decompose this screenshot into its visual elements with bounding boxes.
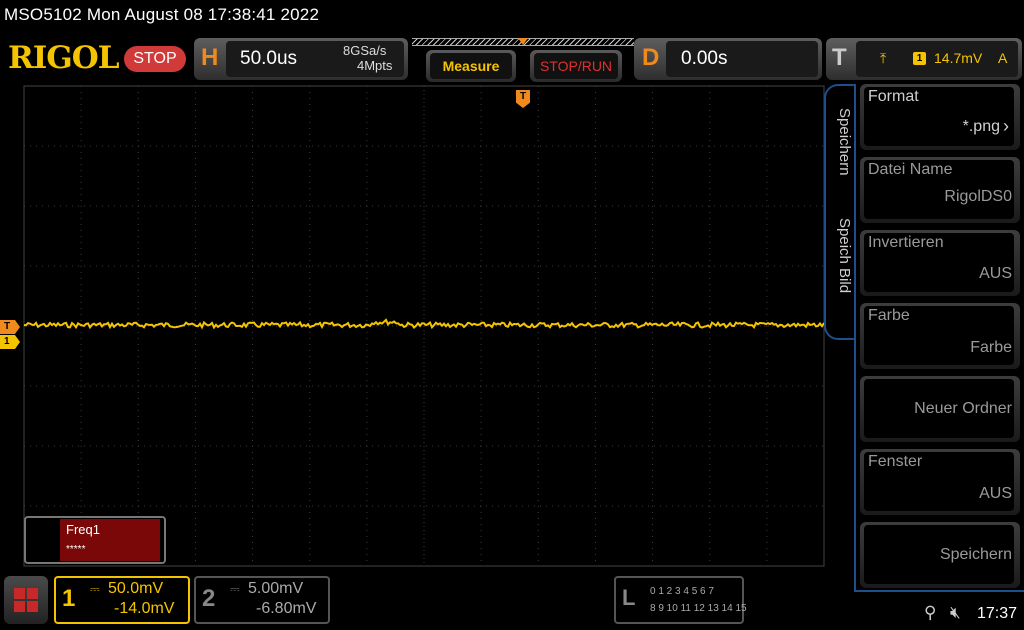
ch2-offset: -6.80mV bbox=[256, 600, 317, 617]
stop-run-button-label[interactable]: STOP/RUN bbox=[534, 53, 618, 79]
menu-label-format: Format bbox=[868, 88, 919, 105]
memory-depth: 4Mpts bbox=[357, 58, 393, 73]
tab-speich-bild[interactable]: Speich Bild bbox=[836, 218, 853, 293]
menu-label-datei-name: Datei Name bbox=[868, 161, 953, 178]
speaker-muted-icon[interactable]: 🔇︎ bbox=[950, 603, 961, 623]
status-clock: 17:37 bbox=[977, 605, 1018, 622]
trigger-level: 14.7mV bbox=[934, 50, 983, 66]
measurement-label: Freq1 bbox=[66, 522, 100, 537]
ruler-position-icon bbox=[518, 38, 528, 45]
ch1-number: 1 bbox=[62, 585, 76, 612]
menu-value-format: *.png bbox=[962, 118, 1000, 135]
ch1-offset: -14.0mV bbox=[114, 600, 175, 617]
trigger-letter: T bbox=[832, 44, 847, 71]
trigger-channel-badge: 1 bbox=[913, 52, 926, 65]
title-text: MSO5102 Mon August 08 17:38:41 2022 bbox=[4, 5, 320, 24]
dc-coupling-icon: ⎓ bbox=[90, 582, 100, 596]
measurement-value: ***** bbox=[66, 544, 86, 555]
logic-channels-row2: 8 9 10 11 12 13 14 15 bbox=[650, 603, 747, 614]
usb-icon: ⚲ bbox=[924, 603, 937, 622]
run-state-badge[interactable]: STOP bbox=[124, 46, 186, 72]
logic-channels-row1: 0 1 2 3 4 5 6 7 bbox=[650, 586, 714, 597]
timebase-value: 50.0us bbox=[240, 48, 298, 69]
menu-label-invertieren: Invertieren bbox=[868, 234, 944, 251]
trigger-mode: A bbox=[998, 50, 1008, 66]
delay-value: 0.00s bbox=[681, 48, 728, 69]
rising-edge-icon: ⤒ bbox=[880, 50, 887, 66]
tab-speichern[interactable]: Speichern bbox=[836, 108, 853, 176]
menu-value-speichern: Speichern bbox=[939, 546, 1012, 563]
delay-letter: D bbox=[642, 44, 660, 71]
title-bar: MSO5102 Mon August 08 17:38:41 2022 bbox=[0, 0, 1024, 32]
logic-analyzer-letter: L bbox=[622, 585, 636, 610]
rigol-logo: RIGOL bbox=[8, 40, 120, 76]
horizontal-letter: H bbox=[201, 44, 219, 71]
menu-label-farbe: Farbe bbox=[868, 307, 910, 324]
menu-label-fenster: Fenster bbox=[868, 453, 923, 470]
dc-coupling-icon: ⎓ bbox=[230, 582, 240, 596]
menu-value-invertieren: AUS bbox=[979, 265, 1012, 282]
sample-rate: 8GSa/s bbox=[343, 43, 387, 58]
ch2-scale: 5.00mV bbox=[248, 580, 304, 597]
chevron-right-icon: › bbox=[1003, 116, 1009, 136]
grid-menu-icon bbox=[14, 588, 38, 612]
ch1-scale: 50.0mV bbox=[108, 580, 164, 597]
measure-button-label[interactable]: Measure bbox=[430, 53, 512, 79]
menu-value-farbe: Farbe bbox=[970, 339, 1012, 356]
menu-value-fenster: AUS bbox=[979, 485, 1012, 502]
menu-value-neuer-ordner: Neuer Ordner bbox=[914, 400, 1012, 417]
menu-value-datei-name: RigolDS0 bbox=[944, 188, 1012, 205]
ch2-number: 2 bbox=[202, 585, 216, 612]
